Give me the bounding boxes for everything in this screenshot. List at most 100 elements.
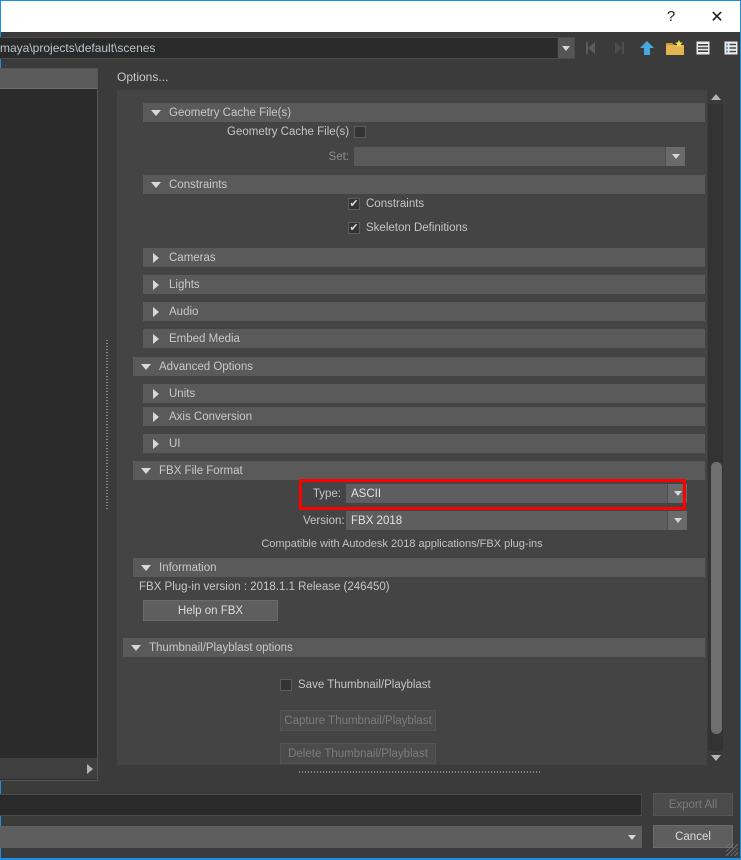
places-sidebar-list[interactable] (0, 89, 97, 758)
up-folder-icon[interactable] (637, 36, 657, 60)
skeleton-definitions-checkbox[interactable]: ✔ (348, 222, 360, 234)
check-icon: ✔ (349, 221, 359, 234)
chevron-down-icon (133, 467, 159, 474)
type-value: ASCII (346, 484, 667, 503)
options-title: Options... (117, 70, 169, 84)
section-units[interactable]: Units (143, 384, 705, 403)
section-constraints[interactable]: Constraints (143, 175, 705, 194)
save-thumbnail-checkbox[interactable] (280, 679, 292, 691)
list-view-icon[interactable] (693, 36, 713, 60)
places-sidebar[interactable] (0, 68, 98, 781)
save-thumbnail-label: Save Thumbnail/Playblast (298, 679, 431, 691)
set-value (354, 147, 665, 166)
chevron-down-icon[interactable] (622, 826, 642, 848)
type-label: Type: (312, 487, 341, 500)
options-scrollbar[interactable] (707, 90, 723, 765)
close-icon[interactable]: ✕ (694, 1, 740, 32)
path-dropdown-arrow-icon[interactable] (557, 38, 574, 58)
fbx-plugin-version: FBX Plug-in version : 2018.1.1 Release (… (139, 581, 390, 593)
scroll-down-button[interactable] (708, 751, 723, 765)
path-input[interactable]: maya\projects\default\scenes (0, 37, 575, 59)
section-label: Axis Conversion (169, 410, 253, 423)
chevron-down-icon[interactable] (665, 147, 685, 166)
chevron-down-icon (123, 644, 149, 651)
geometry-cache-checkbox-row: Geometry Cache File(s) (227, 126, 527, 138)
compatibility-note: Compatible with Autodesk 2018 applicatio… (261, 538, 543, 550)
chevron-right-icon (143, 306, 169, 317)
constraints-checkbox[interactable]: ✔ (348, 198, 360, 210)
back-nav-icon[interactable] (581, 36, 601, 60)
set-dropdown[interactable] (354, 147, 685, 166)
scroll-up-button[interactable] (708, 90, 723, 104)
section-label: Embed Media (169, 332, 240, 345)
section-cameras[interactable]: Cameras (143, 248, 705, 267)
type-dropdown[interactable]: ASCII (346, 484, 687, 503)
forward-nav-icon[interactable] (609, 36, 629, 60)
section-thumbnail-playblast[interactable]: Thumbnail/Playblast options (123, 638, 705, 657)
chevron-right-icon (143, 252, 169, 263)
constraints-checkbox-row: ✔ Constraints (348, 198, 424, 210)
section-audio[interactable]: Audio (143, 302, 705, 321)
section-embed-media[interactable]: Embed Media (143, 329, 705, 348)
file-name-input[interactable] (0, 794, 642, 816)
section-label: Advanced Options (159, 360, 253, 373)
section-label: Units (169, 387, 196, 400)
section-fbx-file-format[interactable]: FBX File Format (133, 461, 705, 480)
chevron-right-icon (143, 388, 169, 399)
places-sidebar-scroll-right[interactable] (0, 758, 97, 779)
section-advanced-options[interactable]: Advanced Options (133, 357, 705, 376)
fbx-type-row: Type: ASCII (303, 484, 687, 503)
section-axis-conversion[interactable]: Axis Conversion (143, 407, 705, 426)
constraints-label: Constraints (366, 198, 425, 210)
chevron-down-icon[interactable] (667, 484, 687, 503)
chevron-down-icon (133, 363, 159, 370)
chevron-down-icon (143, 109, 169, 116)
export-all-button[interactable]: Export All (653, 793, 733, 816)
file-name-value (0, 795, 641, 801)
section-geometry-cache[interactable]: Geometry Cache File(s) (143, 103, 705, 122)
skeleton-definitions-row: ✔ Skeleton Definitions (348, 222, 468, 234)
new-folder-icon[interactable] (665, 36, 685, 60)
horizontal-splitter[interactable] (117, 768, 723, 776)
chevron-down-icon[interactable] (667, 511, 687, 530)
section-label: FBX File Format (159, 464, 243, 477)
set-label: Set: (328, 150, 349, 163)
section-label: UI (169, 437, 181, 450)
capture-thumbnail-button[interactable]: Capture Thumbnail/Playblast (280, 710, 436, 731)
vertical-splitter[interactable] (104, 68, 109, 781)
save-thumbnail-row: Save Thumbnail/Playblast (280, 679, 431, 691)
geometry-cache-checkbox[interactable] (354, 126, 367, 138)
options-scroll-area: Geometry Cache File(s) Geometry Cache Fi… (117, 90, 723, 765)
splitter-grip (105, 339, 108, 510)
chevron-right-icon (143, 411, 169, 422)
splitter-grip (299, 771, 541, 773)
geometry-cache-set-row: Set: (313, 147, 685, 166)
fbx-version-row: Version: FBX 2018 (303, 511, 687, 530)
chevron-right-icon (143, 438, 169, 449)
detail-view-icon[interactable] (721, 36, 741, 60)
chevron-right-icon (143, 333, 169, 344)
skeleton-definitions-label: Skeleton Definitions (366, 222, 468, 234)
help-button[interactable]: ? (648, 1, 694, 32)
section-ui[interactable]: UI (143, 434, 705, 453)
file-type-dropdown[interactable] (0, 826, 642, 848)
path-toolbar-icons (581, 36, 741, 60)
delete-thumbnail-button[interactable]: Delete Thumbnail/Playblast (280, 743, 436, 764)
cancel-button[interactable]: Cancel (653, 825, 733, 848)
places-sidebar-header (0, 69, 97, 89)
export-dialog-window: ? ✕ maya\projects\default\scenes Options… (0, 0, 741, 860)
chevron-right-icon (143, 279, 169, 290)
triangle-up-icon (711, 94, 721, 100)
window-resize-grip[interactable] (726, 844, 738, 856)
section-label: Constraints (169, 178, 228, 191)
help-on-fbx-button[interactable]: Help on FBX (143, 600, 278, 621)
chevron-down-icon (133, 564, 159, 571)
scrollbar-thumb[interactable] (711, 462, 722, 734)
section-label: Information (159, 561, 217, 574)
triangle-down-icon (711, 755, 721, 761)
section-lights[interactable]: Lights (143, 275, 705, 294)
version-dropdown[interactable]: FBX 2018 (346, 511, 687, 530)
section-information[interactable]: Information (133, 558, 705, 577)
window-titlebar: ? ✕ (1, 0, 740, 32)
chevron-right-icon (87, 763, 93, 774)
